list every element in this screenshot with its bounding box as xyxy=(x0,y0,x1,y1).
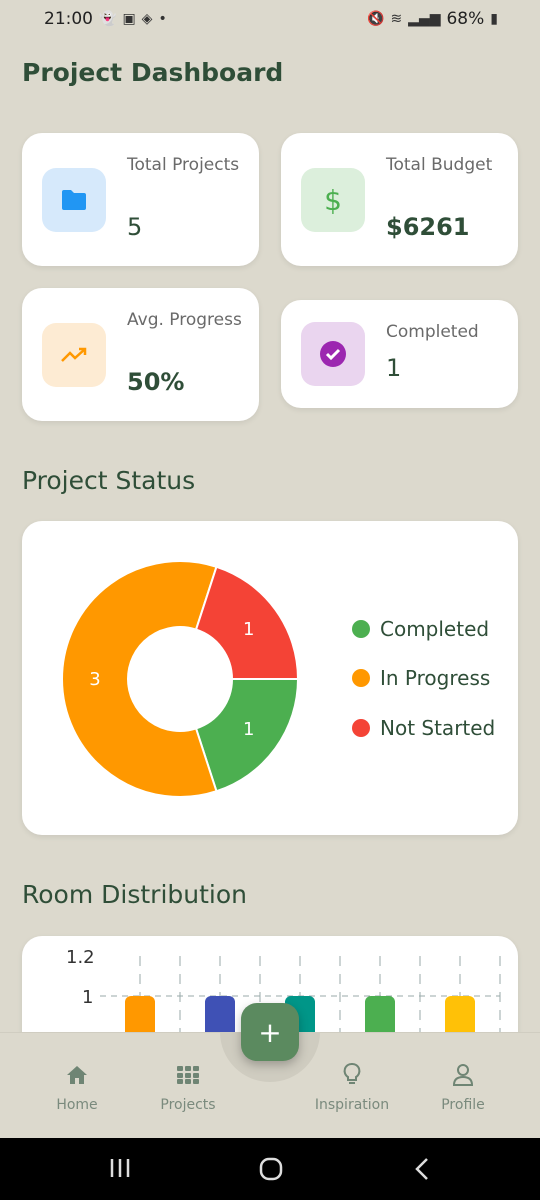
stat-value: 5 xyxy=(127,213,143,241)
nav-home[interactable]: Home xyxy=(27,1061,127,1113)
stat-value: $6261 xyxy=(386,213,470,241)
back-icon[interactable] xyxy=(412,1156,432,1186)
nav-projects[interactable]: Projects xyxy=(138,1061,238,1113)
folder-icon xyxy=(42,168,106,232)
home-button-icon[interactable] xyxy=(258,1156,284,1186)
legend-dot xyxy=(352,669,370,687)
legend-item-completed: Completed xyxy=(352,617,489,641)
stat-label: Total Projects xyxy=(127,155,240,175)
pie-data-label: 1 xyxy=(243,619,254,640)
nav-label: Home xyxy=(56,1097,98,1113)
stat-value: 1 xyxy=(386,354,402,382)
stat-label: Completed xyxy=(386,322,479,342)
stat-card-total-budget[interactable]: $ Total Budget $6261 xyxy=(281,133,518,266)
add-project-button[interactable]: + xyxy=(241,1003,299,1061)
pie-data-label: 3 xyxy=(89,669,100,690)
signal-icon: ▂▄▆ xyxy=(408,11,441,27)
trending-up-icon xyxy=(42,323,106,387)
legend-label: Completed xyxy=(380,617,490,641)
legend-label: Not Started xyxy=(380,716,496,740)
person-icon xyxy=(413,1061,513,1089)
legend-item-in-progress: In Progress xyxy=(352,666,490,690)
legend-label: In Progress xyxy=(380,666,491,690)
section-title-project-status: Project Status xyxy=(22,466,196,495)
ticket-icon: ◈ xyxy=(141,11,153,27)
status-time: 21:00 xyxy=(44,9,93,29)
lightbulb-icon xyxy=(302,1061,402,1089)
image-icon: ▣ xyxy=(122,11,136,27)
nav-label: Inspiration xyxy=(314,1097,390,1113)
y-tick-label: 1 xyxy=(82,987,93,1008)
stat-card-avg-progress[interactable]: Avg. Progress 50% xyxy=(22,288,259,421)
stat-card-total-projects[interactable]: Total Projects 5 xyxy=(22,133,259,266)
battery-icon: ▮ xyxy=(490,11,498,27)
dot-icon: • xyxy=(158,11,167,27)
stat-label: Avg. Progress xyxy=(127,310,242,330)
legend-dot xyxy=(352,620,370,638)
grid-icon xyxy=(138,1061,238,1089)
status-bar: 21:00 👻 ▣ ◈ • 🔇 ≋ ▂▄▆ 68% ▮ xyxy=(0,0,540,38)
project-status-pie-chart: 1 3 1 xyxy=(61,560,300,798)
dollar-icon: $ xyxy=(301,168,365,232)
stat-card-completed[interactable]: Completed 1 xyxy=(281,300,518,408)
nav-inspiration[interactable]: Inspiration xyxy=(302,1061,402,1113)
project-status-card: 1 3 1 Completed In Progress Not Started xyxy=(22,521,518,835)
recent-apps-icon[interactable] xyxy=(108,1156,132,1184)
page-title: Project Dashboard xyxy=(22,58,284,87)
legend-item-not-started: Not Started xyxy=(352,716,495,740)
stat-value: 50% xyxy=(127,368,185,396)
nav-profile[interactable]: Profile xyxy=(413,1061,513,1113)
wifi-icon: ≋ xyxy=(390,11,403,27)
system-navigation-bar xyxy=(0,1138,540,1200)
nav-label: Projects xyxy=(160,1097,216,1113)
home-icon xyxy=(27,1061,127,1089)
pie-slice-in-progress xyxy=(61,560,218,798)
check-circle-icon xyxy=(301,322,365,386)
stat-label: Total Budget xyxy=(386,155,493,175)
nav-label: Profile xyxy=(441,1097,485,1113)
pie-data-label: 1 xyxy=(243,719,254,740)
legend-dot xyxy=(352,719,370,737)
battery-percent: 68% xyxy=(446,9,485,29)
snapchat-icon: 👻 xyxy=(99,11,117,27)
y-tick-label: 1.2 xyxy=(66,947,95,968)
mute-icon: 🔇 xyxy=(367,11,385,27)
section-title-room-distribution: Room Distribution xyxy=(22,880,247,909)
